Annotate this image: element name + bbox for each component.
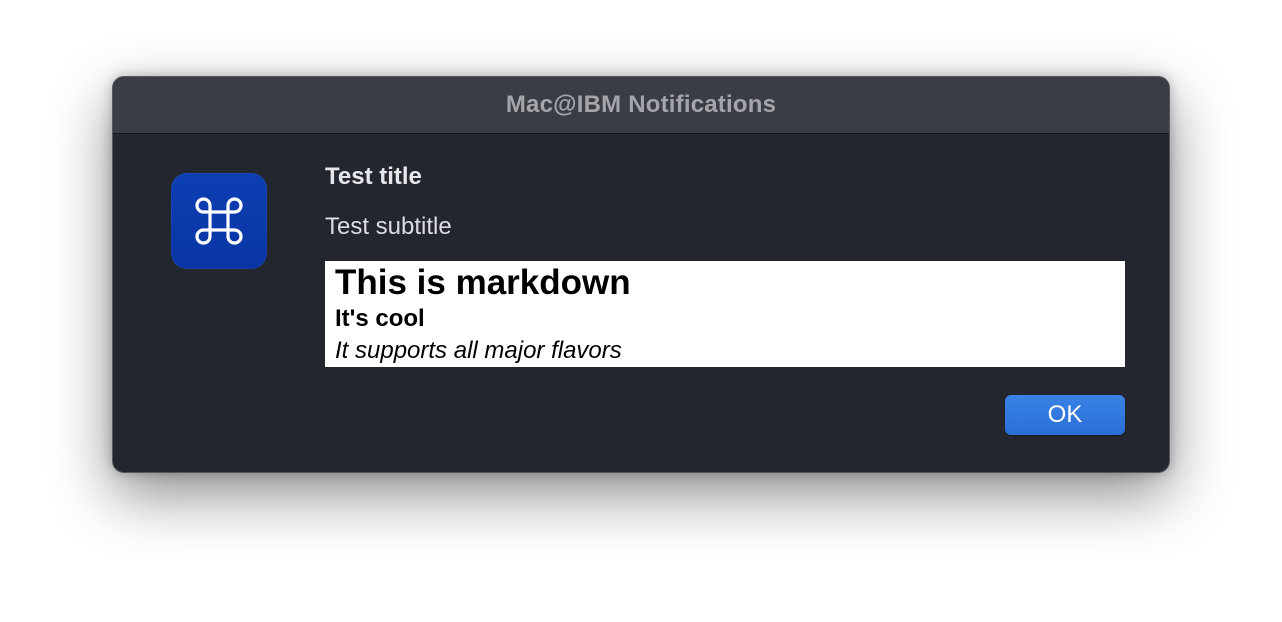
window-titlebar[interactable]: Mac@IBM Notifications <box>113 77 1169 134</box>
ok-button[interactable]: OK <box>1005 395 1125 435</box>
markdown-italic-text: It supports all major flavors <box>335 337 622 364</box>
window-title: Mac@IBM Notifications <box>505 91 777 118</box>
markdown-heading-1: This is markdown <box>335 263 631 302</box>
command-key-icon <box>171 173 267 269</box>
markdown-heading-2: It's cool <box>335 305 425 332</box>
notification-subtitle: Test subtitle <box>325 213 452 240</box>
notification-title: Test title <box>325 163 422 190</box>
markdown-content: This is markdown It's cool It supports a… <box>325 261 1125 367</box>
notification-window: Mac@IBM Notifications Test title Test su… <box>112 76 1170 473</box>
